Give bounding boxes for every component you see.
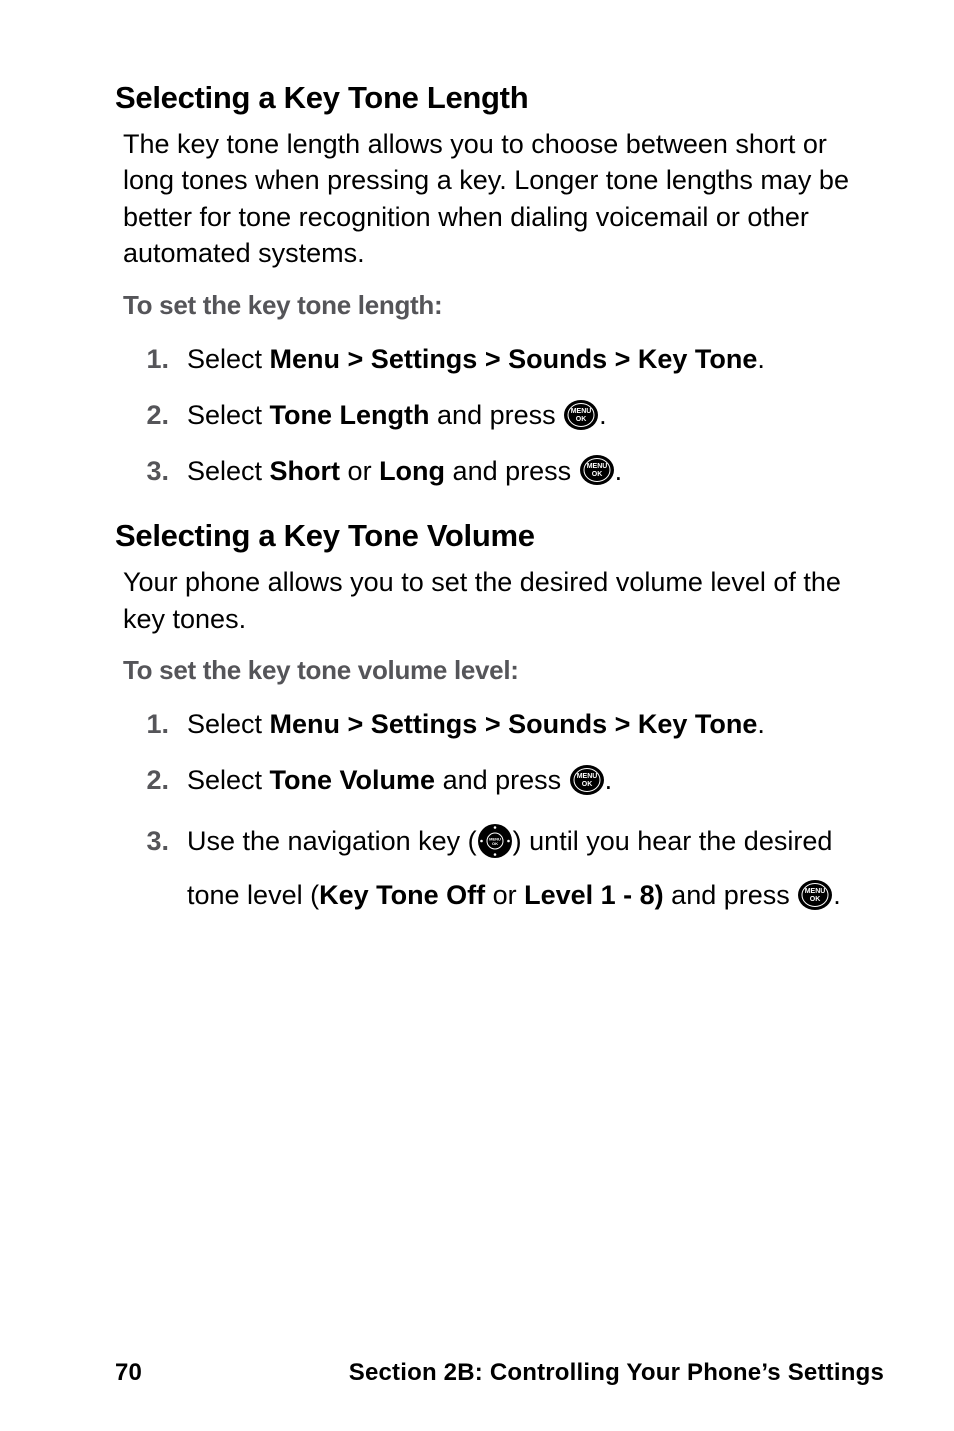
subheading-set-key-tone-length: To set the key tone length: bbox=[115, 290, 884, 321]
text: and press bbox=[435, 765, 569, 795]
svg-text:OK: OK bbox=[810, 896, 821, 903]
svg-text:OK: OK bbox=[581, 781, 592, 788]
step-1: 1. Select Menu > Settings > Sounds > Key… bbox=[115, 337, 884, 383]
svg-text:MENU: MENU bbox=[571, 408, 592, 415]
text: and press bbox=[664, 880, 798, 910]
step-text: Use the navigation key ( MENU OK ) until… bbox=[187, 814, 884, 922]
steps-key-tone-volume: 1. Select Menu > Settings > Sounds > Key… bbox=[115, 702, 884, 922]
svg-text:MENU: MENU bbox=[805, 888, 826, 895]
step-text: Select Menu > Settings > Sounds > Key To… bbox=[187, 337, 884, 383]
footer: 70 Section 2B: Controlling Your Phone’s … bbox=[0, 1359, 954, 1387]
text: Select bbox=[187, 765, 270, 795]
text: and press bbox=[430, 400, 564, 430]
step-number: 2. bbox=[115, 393, 187, 439]
step-1: 1. Select Menu > Settings > Sounds > Key… bbox=[115, 702, 884, 748]
step-2: 2. Select Tone Length and press MENU OK … bbox=[115, 393, 884, 439]
step-text: Select Tone Length and press MENU OK . bbox=[187, 393, 884, 439]
text: . bbox=[599, 400, 607, 430]
option-level-1-8: Level 1 - 8) bbox=[524, 880, 664, 910]
menu-ok-icon: MENU OK bbox=[569, 762, 605, 798]
option-long: Long bbox=[379, 456, 445, 486]
text: and press bbox=[445, 456, 579, 486]
step-2: 2. Select Tone Volume and press MENU OK … bbox=[115, 758, 884, 804]
page: Selecting a Key Tone Length The key tone… bbox=[0, 0, 954, 1431]
text: Select bbox=[187, 400, 270, 430]
option-tone-length: Tone Length bbox=[270, 400, 430, 430]
text: . bbox=[757, 344, 765, 374]
step-text: Select Menu > Settings > Sounds > Key To… bbox=[187, 702, 884, 748]
option-short: Short bbox=[270, 456, 341, 486]
text: . bbox=[757, 709, 765, 739]
heading-key-tone-volume: Selecting a Key Tone Volume bbox=[115, 518, 884, 554]
steps-key-tone-length: 1. Select Menu > Settings > Sounds > Key… bbox=[115, 337, 884, 495]
text: Select bbox=[187, 344, 270, 374]
menu-ok-icon: MENU OK bbox=[797, 877, 833, 913]
step-number: 3. bbox=[115, 814, 187, 922]
menu-path: Menu > Settings > Sounds > Key Tone bbox=[270, 344, 758, 374]
step-text: Select Tone Volume and press MENU OK . bbox=[187, 758, 884, 804]
text: or bbox=[485, 880, 524, 910]
step-number: 2. bbox=[115, 758, 187, 804]
step-number: 1. bbox=[115, 702, 187, 748]
body-key-tone-length: The key tone length allows you to choose… bbox=[115, 126, 884, 272]
text: . bbox=[833, 880, 841, 910]
text: Select bbox=[187, 456, 270, 486]
text: Use the navigation key ( bbox=[187, 826, 477, 856]
text: Select bbox=[187, 709, 270, 739]
text: . bbox=[605, 765, 613, 795]
text: . bbox=[615, 456, 623, 486]
menu-path: Menu > Settings > Sounds > Key Tone bbox=[270, 709, 758, 739]
section-title: Section 2B: Controlling Your Phone’s Set… bbox=[349, 1359, 884, 1387]
heading-key-tone-length: Selecting a Key Tone Length bbox=[115, 80, 884, 116]
option-key-tone-off: Key Tone Off bbox=[319, 880, 485, 910]
svg-text:OK: OK bbox=[576, 416, 587, 423]
nav-key-icon: MENU OK bbox=[477, 823, 513, 859]
svg-text:MENU: MENU bbox=[586, 463, 607, 470]
step-number: 1. bbox=[115, 337, 187, 383]
page-number: 70 bbox=[115, 1359, 142, 1387]
svg-text:MENU: MENU bbox=[576, 773, 597, 780]
option-tone-volume: Tone Volume bbox=[270, 765, 436, 795]
step-text: Select Short or Long and press MENU OK . bbox=[187, 449, 884, 495]
step-number: 3. bbox=[115, 449, 187, 495]
text: or bbox=[340, 456, 379, 486]
menu-ok-icon: MENU OK bbox=[579, 452, 615, 488]
step-3: 3. Select Short or Long and press MENU O… bbox=[115, 449, 884, 495]
subheading-set-key-tone-volume: To set the key tone volume level: bbox=[115, 655, 884, 686]
svg-text:OK: OK bbox=[591, 471, 602, 478]
body-key-tone-volume: Your phone allows you to set the desired… bbox=[115, 564, 884, 637]
menu-ok-icon: MENU OK bbox=[563, 397, 599, 433]
svg-text:OK: OK bbox=[492, 841, 498, 846]
step-3: 3. Use the navigation key ( MENU OK ) un… bbox=[115, 814, 884, 922]
